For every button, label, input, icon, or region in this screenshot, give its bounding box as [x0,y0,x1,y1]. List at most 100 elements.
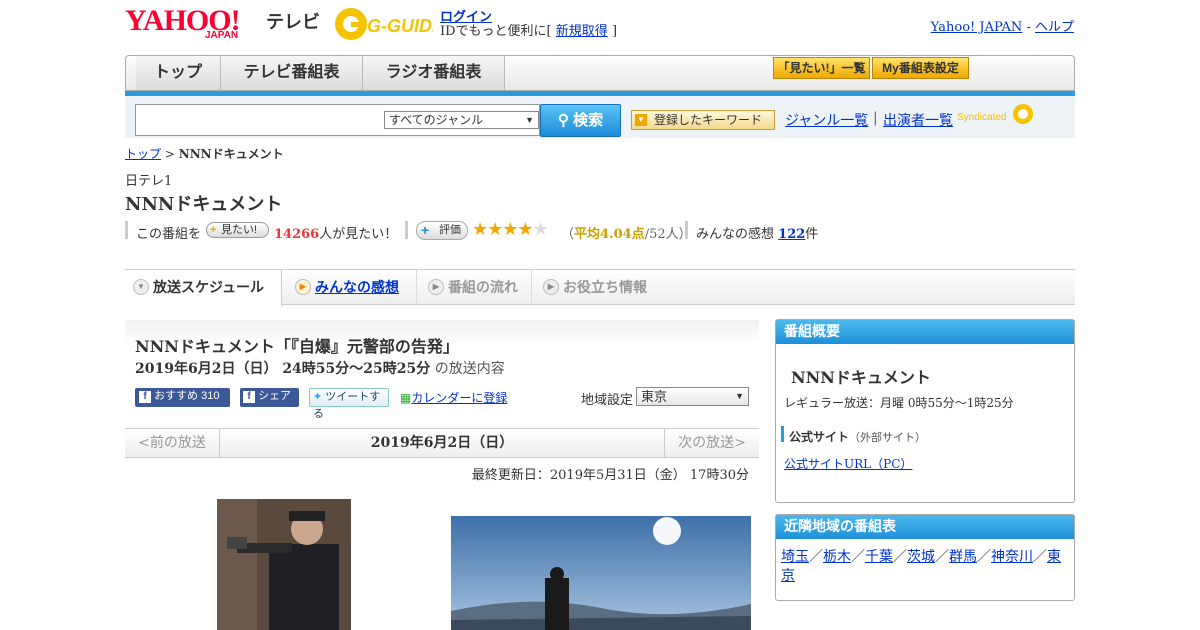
region-link[interactable]: 群馬 [949,549,977,565]
breadcrumb: トップ > NNNドキュメント [125,145,284,162]
broadcast-date: 2019年6月2日（日） [370,435,514,451]
official-site-link[interactable]: 公式サイトURL（PC） [784,455,912,472]
genre-select-value: すべてのジャンル [389,113,484,127]
region-sep: ／ [809,549,823,565]
star-icon: ★ [517,219,533,240]
search-button[interactable]: ⚲ 検索 [540,104,621,137]
official-site-heading: 公式サイト（外部サイト） [789,428,926,445]
tab-flow-label: 番組の流れ [448,279,518,295]
broadcast-nav: <前の放送 2019年6月2日（日） 次の放送> [125,428,759,458]
prev-broadcast[interactable]: <前の放送 [125,429,220,457]
yahoo-logo-sub: JAPAN [205,30,239,41]
register-link[interactable]: 新規取得 [556,24,608,39]
search-icon: ⚲ [557,112,569,129]
play-icon: ▶ [543,279,559,295]
episode-suffix: の放送内容 [434,361,505,377]
rating-summary: （平均4.04点/52人） [561,223,692,242]
fb-recommend-count: 310 [201,390,220,402]
tab-tv-schedule[interactable]: テレビ番組表 [221,56,363,90]
yahoo-japan-link[interactable]: Yahoo! JAPAN [931,20,1023,35]
region-sep: ／ [893,549,907,565]
mitai-button-label: 見たい! [221,224,258,236]
calendar-link[interactable]: カレンダーに登録 [411,391,507,405]
episode-photo-officer [217,499,351,630]
tab-top[interactable]: トップ [136,56,221,90]
page-title: NNNドキュメント [125,194,283,215]
id-suffix: ] [611,24,618,39]
tweet-button[interactable]: ✦ ツイートする [309,388,389,420]
breadcrumb-top[interactable]: トップ [125,147,161,161]
fb-recommend-label: おすすめ [154,390,199,402]
tv-label: テレビ [266,12,320,32]
twitter-icon: ✦ [313,391,323,403]
breadcrumb-current: NNNドキュメント [178,147,284,161]
overview-heading: 番組概要 [776,320,1074,344]
tab-schedule[interactable]: ▼ 放送スケジュール [125,270,282,306]
gguide-logo[interactable]: G-GUIDE [333,6,433,42]
triangle-down-icon: ▼ [133,279,149,295]
episode-time: 2019年6月2日（日） 24時55分～25時25分 [135,361,431,377]
gguide-text: G-GUIDE [367,16,433,36]
impressions-suffix: 件 [805,227,819,242]
calendar-register[interactable]: ▦カレンダーに登録 [400,389,507,406]
tab-impressions[interactable]: ▶ みんなの感想 [287,270,417,304]
tweet-label: ツイートする [313,391,381,420]
region-link[interactable]: 千葉 [865,549,893,565]
rating-average: 平均4.04点 [574,227,645,242]
facebook-icon: f [139,391,151,403]
impressions: みんなの感想 122件 [696,223,818,242]
help-link[interactable]: ヘルプ [1035,20,1074,35]
region-sep: ／ [935,549,949,565]
channel-name: 日テレ1 [125,174,173,189]
chevron-down-icon: ▼ [735,391,744,401]
program-subtabs: ▼ 放送スケジュール ▶ みんなの感想 ▶ 番組の流れ ▶ お役立ち情報 [125,269,1075,306]
top-links: Yahoo! JAPAN - ヘルプ [931,16,1074,35]
fb-share-button[interactable]: f シェア [240,388,299,407]
region-sep: ／ [1033,549,1047,565]
region-link[interactable]: 埼玉 [781,549,809,565]
nearby-panel: 近隣地域の番組表 埼玉／栃木／千葉／茨城／群馬／神奈川／東京 [775,514,1075,601]
tab-radio-schedule[interactable]: ラジオ番組表 [363,56,505,90]
region-link[interactable]: 茨城 [907,549,935,565]
breadcrumb-sep: > [164,147,175,161]
region-link[interactable]: 栃木 [823,549,851,565]
star-icon: ★ [532,219,549,240]
region-select[interactable]: 東京 ▼ [636,387,749,406]
performers-link[interactable]: 出演者一覧 [883,110,953,130]
mitai-button[interactable]: + 見たい! [206,222,269,238]
tab-useful-info-label: お役立ち情報 [563,279,647,295]
episode-photo-landscape [451,516,751,630]
id-promo: IDでもっと便利に[ 新規取得 ] [440,20,617,39]
facebook-icon: f [243,391,255,403]
region-link[interactable]: 神奈川 [991,549,1033,565]
mitai-stats: 14266人が見たい！ [274,223,397,242]
impressions-count[interactable]: 122 [778,227,805,242]
fb-recommend-button[interactable]: f おすすめ 310 [135,388,230,407]
play-icon: ▶ [295,279,311,295]
my-schedule-button[interactable]: My番組表設定 [872,57,969,79]
play-icon: ▶ [428,279,444,295]
tab-flow[interactable]: ▶ 番組の流れ [420,270,532,304]
genre-list-link[interactable]: ジャンル一覧 [785,110,868,130]
nearby-regions: 埼玉／栃木／千葉／茨城／群馬／神奈川／東京 [781,548,1071,586]
official-site-note: （外部サイト） [849,431,927,444]
nearby-heading: 近隣地域の番組表 [776,515,1074,539]
keyword-button[interactable]: ▼ 登録したキーワード [631,110,775,130]
chevron-down-icon: ▼ [525,115,534,125]
tab-impressions-label: みんなの感想 [315,279,399,295]
star-icon: ★ [472,219,488,240]
star-icon: ★ [502,219,518,240]
link-divider: | [873,110,878,126]
rate-button[interactable]: + 評価 [416,221,468,240]
region-sep: ／ [977,549,991,565]
genre-select[interactable]: すべてのジャンル ▼ [384,111,539,129]
rating-stars: ★★★★★ [472,219,549,240]
tab-schedule-label: 放送スケジュール [153,279,265,295]
official-site-label: 公式サイト [789,430,850,444]
fb-share-label: シェア [258,390,292,402]
mitai-list-button[interactable]: 「見たい!」一覧 [773,57,870,79]
rating-open: （ [561,227,575,242]
stats-divider [685,221,688,239]
next-broadcast[interactable]: 次の放送> [664,429,759,457]
tab-useful-info[interactable]: ▶ お役立ち情報 [535,270,665,304]
